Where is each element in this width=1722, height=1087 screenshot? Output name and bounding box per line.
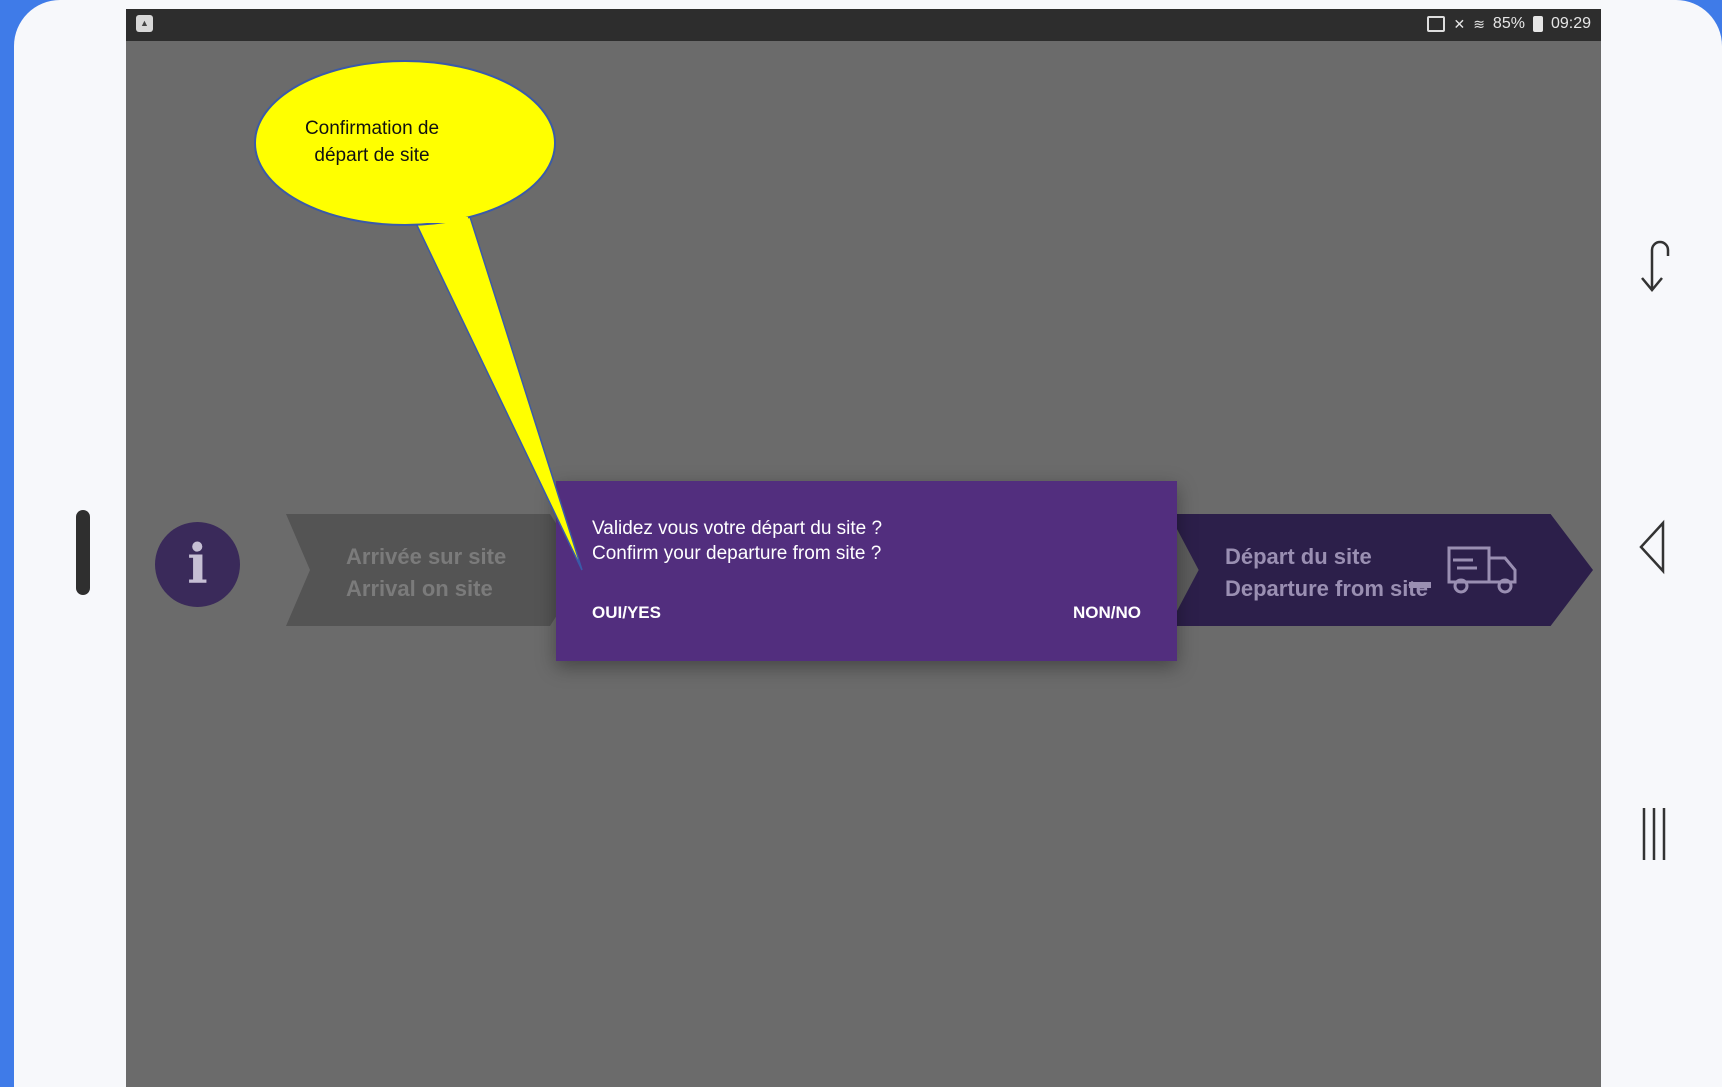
home-icon[interactable] xyxy=(1635,519,1671,575)
back-icon[interactable] xyxy=(1630,238,1674,298)
callout-line-2: départ de site xyxy=(314,145,430,166)
recent-apps-icon[interactable] xyxy=(1640,806,1670,862)
callout-text: Confirmation de départ de site xyxy=(252,115,492,169)
callout-line-1: Confirmation de xyxy=(304,118,440,139)
